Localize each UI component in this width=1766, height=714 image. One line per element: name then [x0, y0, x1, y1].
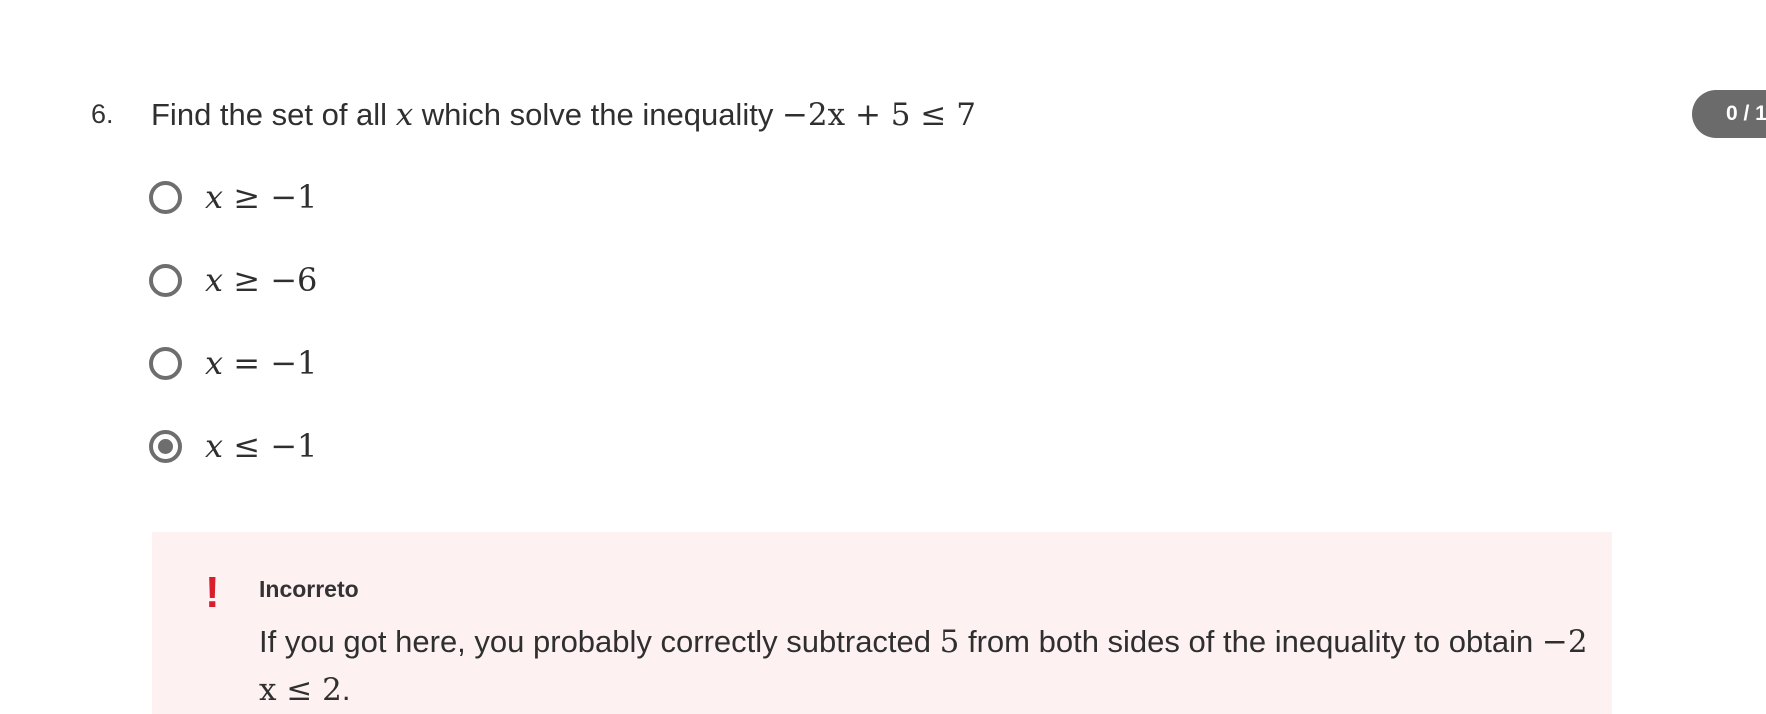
radio-button[interactable]	[149, 346, 182, 380]
option-label: x = −1	[205, 344, 318, 382]
radio-button[interactable]	[149, 180, 182, 214]
feedback-box: ! Incorreto If you got here, you probabl…	[152, 532, 1612, 714]
question-text: Find the set of all x which solve the in…	[151, 95, 976, 135]
exclamation-icon: !	[205, 568, 220, 617]
question-variable: x	[395, 97, 414, 133]
answer-option-1[interactable]: x ≥ −1	[149, 175, 317, 219]
option-label: x ≥ −6	[205, 261, 318, 299]
quiz-page: 6. Find the set of all x which solve the…	[0, 0, 1766, 714]
score-badge: 0 / 1	[1692, 90, 1766, 138]
option-label: x ≥ −1	[205, 178, 318, 216]
question-text-before: Find the set of all	[151, 97, 396, 132]
question-expression: −2x + 5 ≤ 7	[781, 97, 976, 133]
answer-option-3[interactable]: x = −1	[149, 341, 317, 385]
option-label: x ≤ −1	[205, 427, 318, 465]
answer-option-2[interactable]: x ≥ −6	[149, 258, 317, 302]
answer-option-4[interactable]: x ≤ −1	[149, 424, 317, 468]
question-number: 6.	[91, 99, 114, 129]
radio-button-selected[interactable]	[149, 429, 182, 463]
feedback-body: If you got here, you probably correctly …	[259, 624, 1588, 708]
radio-button[interactable]	[149, 263, 182, 297]
question-text-middle: which solve the inequality	[413, 97, 782, 132]
feedback-title: Incorreto	[259, 576, 359, 602]
